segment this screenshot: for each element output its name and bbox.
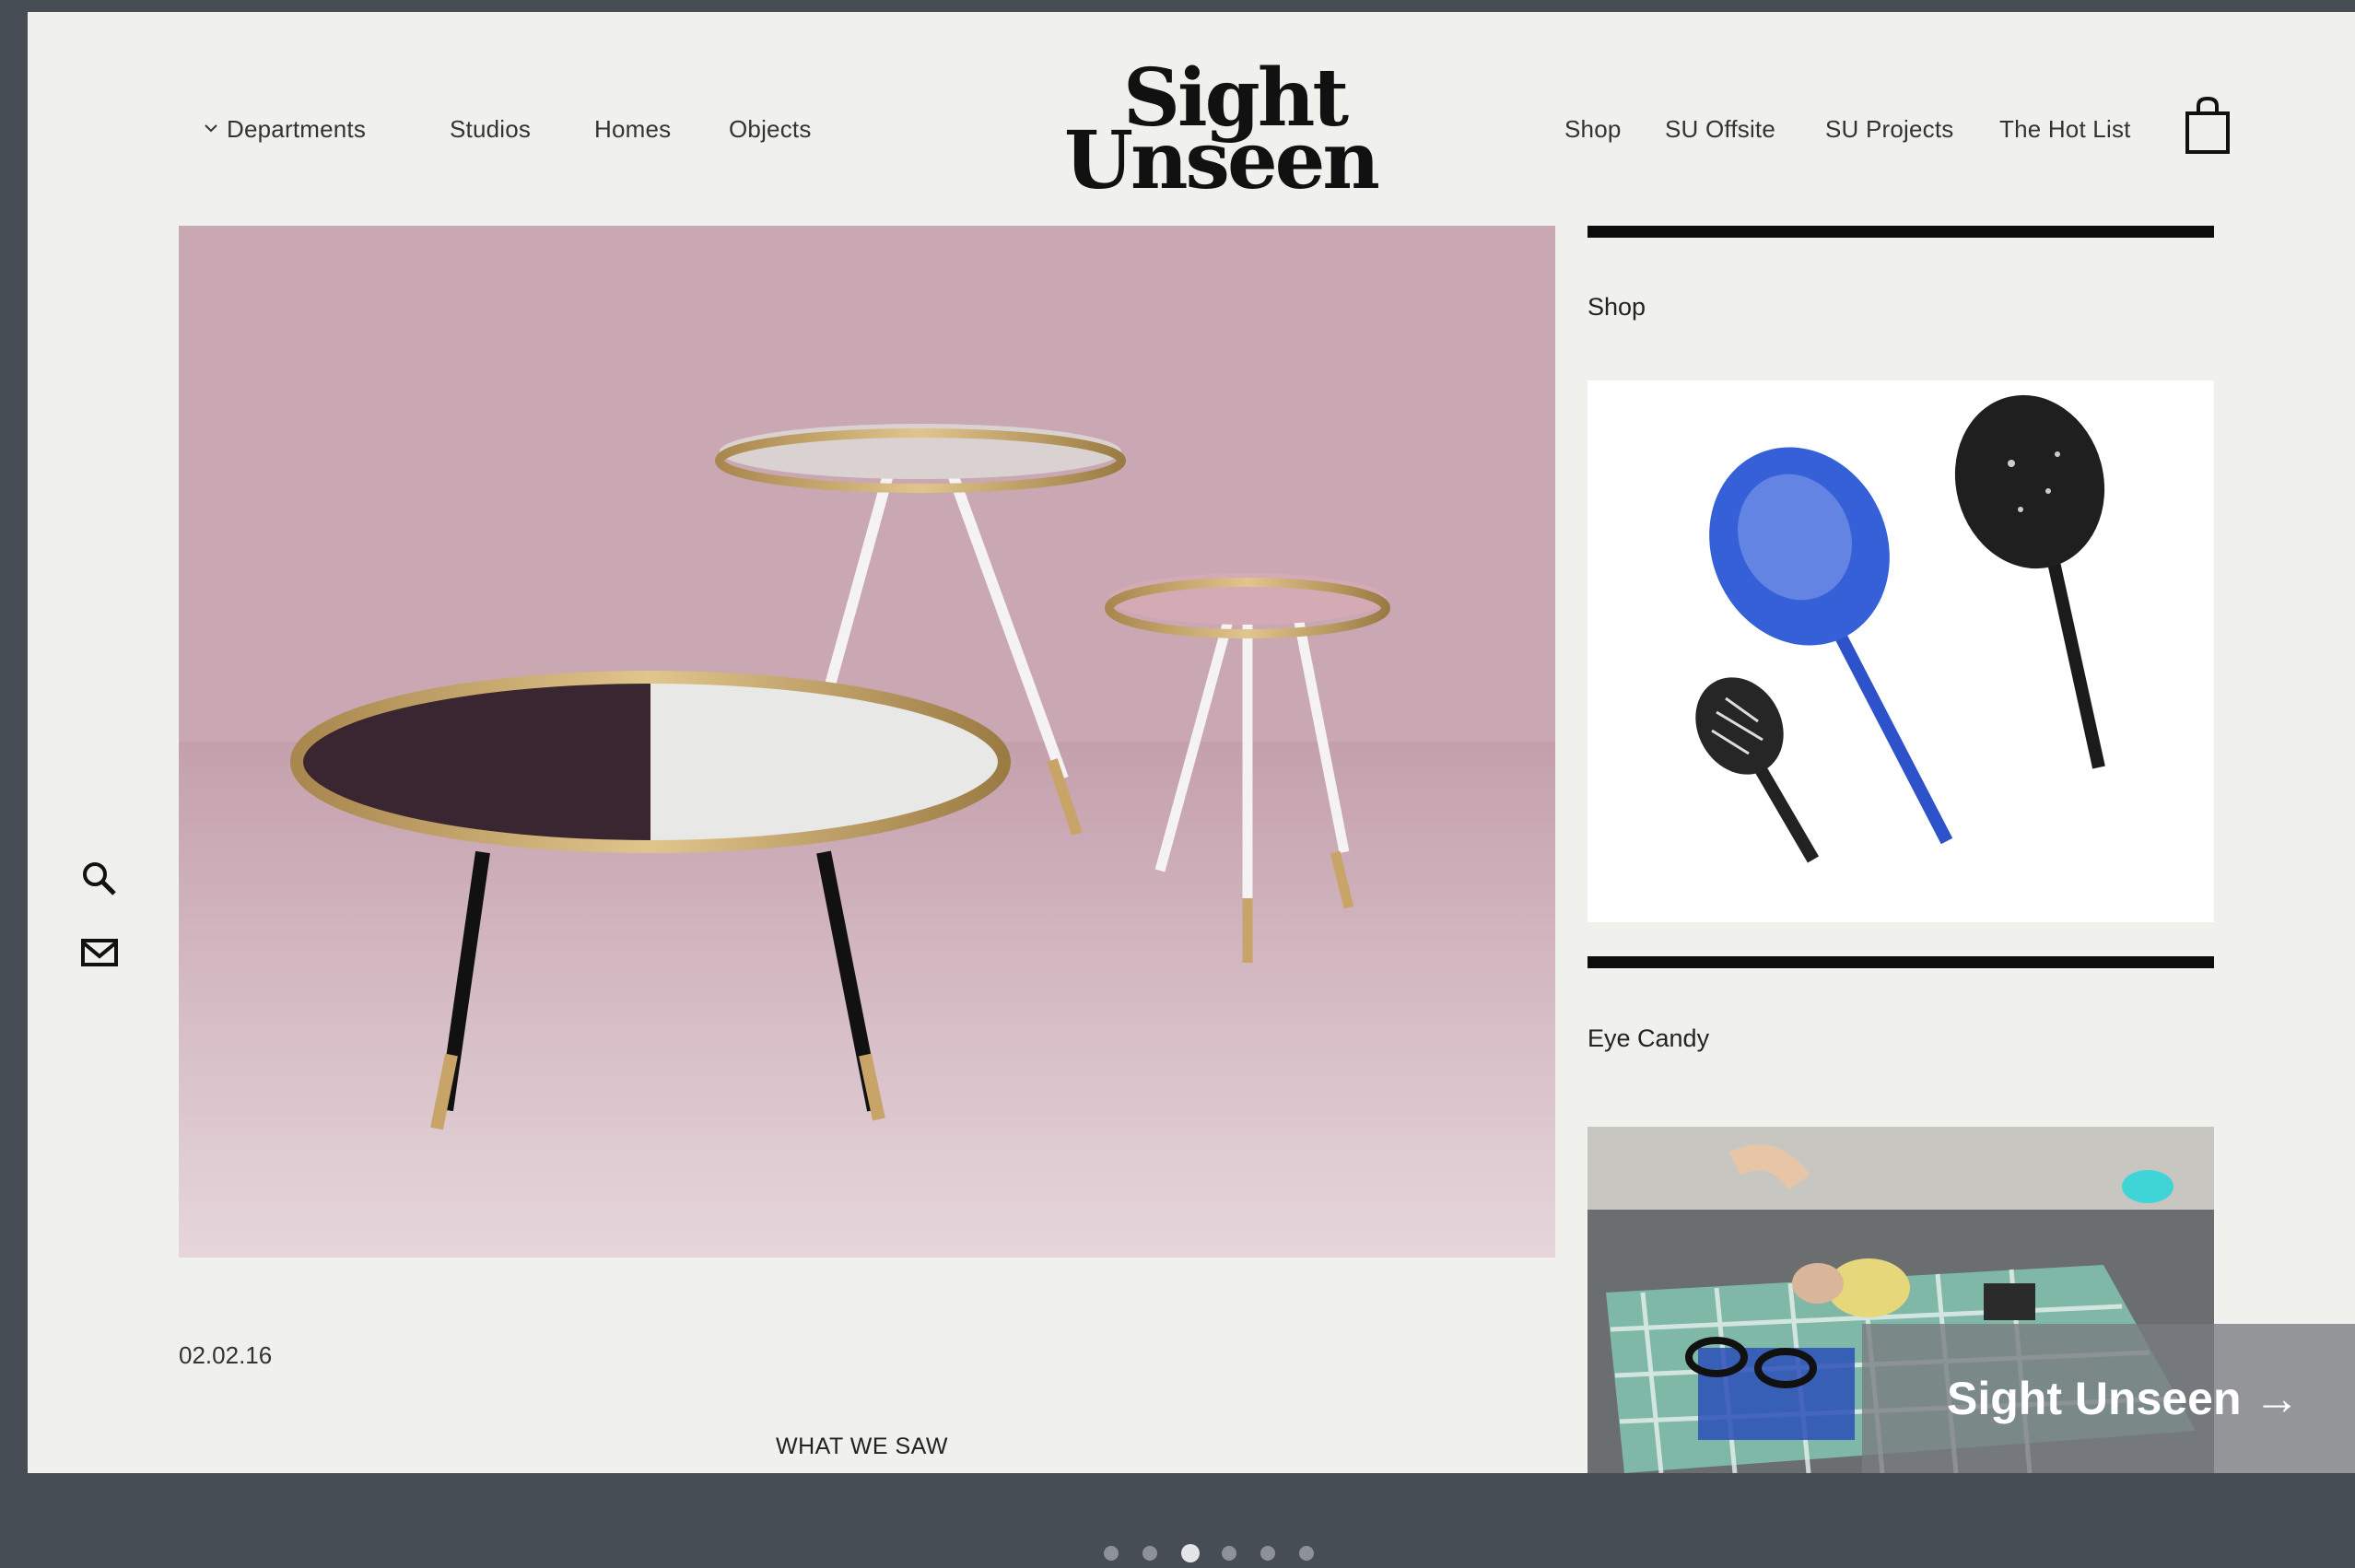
carousel-dot-6[interactable] [1299,1546,1314,1561]
article-kicker[interactable]: WHAT WE SAW [776,1433,948,1460]
sidebar-divider-eye-candy [1588,956,2214,968]
shopping-bag-icon[interactable] [2184,95,2232,156]
nav-shop[interactable]: Shop [1564,115,1622,144]
site-logo[interactable]: Sight Unseen [1064,59,1380,201]
nav-departments-label: Departments [227,115,367,143]
carousel-dot-1[interactable] [1104,1546,1119,1561]
nav-departments[interactable]: Departments [205,115,366,144]
tables-illustration [179,226,1555,1258]
carousel-dot-3[interactable] [1181,1544,1200,1562]
logo-line-2: Unseen [1064,114,1380,207]
chevron-down-icon [205,124,217,133]
carousel-dot-5[interactable] [1260,1546,1275,1561]
nav-hot-list[interactable]: The Hot List [1999,115,2131,144]
spoons-illustration [1695,394,2105,863]
mail-icon[interactable] [79,932,120,973]
sight-unseen-link-overlay[interactable]: Sight Unseen → [1862,1324,2355,1473]
sidebar-shop-label[interactable]: Shop [1588,293,1646,322]
sidebar-eye-candy-label[interactable]: Eye Candy [1588,1024,1709,1053]
carousel-dot-2[interactable] [1142,1546,1157,1561]
carousel-dot-4[interactable] [1222,1546,1236,1561]
nav-su-projects[interactable]: SU Projects [1825,115,1953,144]
nav-su-offsite[interactable]: SU Offsite [1665,115,1775,144]
article-headline[interactable]: Our Top 10 Finds From Maison [488,1465,1244,1473]
overlay-text: Sight Unseen → [1947,1373,2301,1424]
shop-product-image[interactable] [1588,380,2214,922]
article-date: 02.02.16 [179,1341,273,1369]
nav-homes[interactable]: Homes [594,115,671,144]
browser-viewport: Departments Studios Homes Objects Shop S… [28,12,2355,1473]
nav-objects[interactable]: Objects [729,115,812,144]
nav-studios[interactable]: Studios [450,115,531,144]
search-icon[interactable] [79,859,120,899]
hero-image-tables[interactable] [179,226,1555,1258]
sidebar-divider-shop [1588,226,2214,238]
